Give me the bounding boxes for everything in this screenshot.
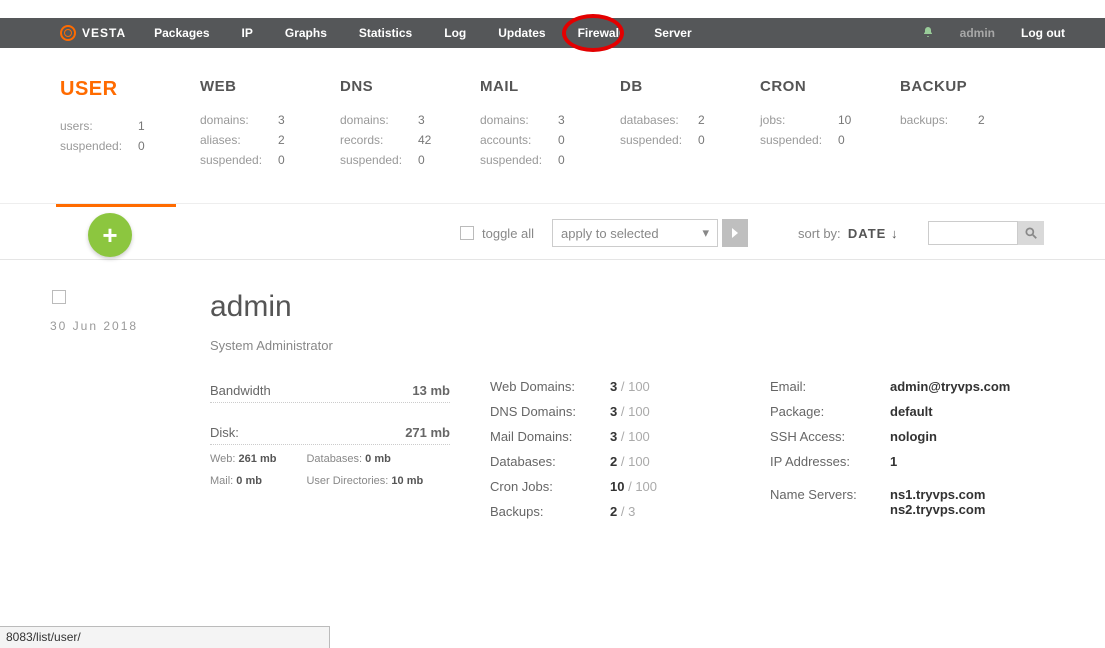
logout-link[interactable]: Log out <box>1021 26 1065 40</box>
user-name[interactable]: admin <box>210 290 1061 324</box>
stat-line: suspended:0 <box>340 153 480 167</box>
notifications-icon[interactable] <box>922 26 934 41</box>
bandwidth-value: 13 mb <box>412 383 450 398</box>
limit-row: Mail Domains:3 / 100 <box>490 429 770 444</box>
stat-line: users:1 <box>60 119 200 133</box>
stat-title: CRON <box>760 78 900 95</box>
stat-title: DB <box>620 78 760 95</box>
top-navbar: VESTA Packages IP Graphs Statistics Log Updat… <box>0 18 1105 48</box>
stat-db[interactable]: DB databases:2 suspended:0 <box>620 78 760 173</box>
browser-status-bar: 8083/list/user/ <box>0 626 330 648</box>
info-row: SSH Access:nologin <box>770 429 1030 444</box>
nav-updates[interactable]: Updates <box>498 26 545 40</box>
info-column: Email:admin@tryvps.com Package:default SSH… <box>770 379 1030 529</box>
nav-firewall[interactable]: Firewall <box>578 26 623 40</box>
category-stats: USERusers:1suspended:0WEBdomains:3aliase… <box>0 48 1105 204</box>
info-row: Package:default <box>770 404 1030 419</box>
row-checkbox[interactable] <box>52 290 66 304</box>
stat-line: suspended:0 <box>200 153 340 167</box>
stat-dns[interactable]: DNS domains:3 records:42 suspended:0 <box>340 78 480 173</box>
stat-line: suspended:0 <box>620 133 760 147</box>
logo-icon <box>60 25 76 41</box>
limit-row: Backups:2 / 3 <box>490 504 770 519</box>
disk-label: Disk: <box>210 425 239 440</box>
nav-statistics[interactable]: Statistics <box>359 26 412 40</box>
nav-graphs[interactable]: Graphs <box>285 26 327 40</box>
disk-value: 271 mb <box>405 425 450 440</box>
row-date: 30 Jun 2018 <box>50 319 180 333</box>
stat-title: USER <box>60 78 200 101</box>
stat-backup[interactable]: BACKUP backups:2 <box>900 78 1040 173</box>
stat-line: domains:3 <box>200 113 340 127</box>
stat-line: domains:3 <box>480 113 620 127</box>
search-input[interactable] <box>928 221 1018 245</box>
stat-line: backups:2 <box>900 113 1040 127</box>
stat-line: suspended:0 <box>60 139 200 153</box>
toggle-all-label: toggle all <box>482 226 534 241</box>
current-user-link[interactable]: admin <box>960 26 995 40</box>
limits-column: Web Domains:3 / 100 DNS Domains:3 / 100 Ma… <box>490 379 770 529</box>
limit-row: Databases:2 / 100 <box>490 454 770 469</box>
stat-line: accounts:0 <box>480 133 620 147</box>
stat-title: MAIL <box>480 78 620 95</box>
bulk-action-go[interactable] <box>722 219 748 247</box>
disk-breakdown: Web: 261 mbMail: 0 mbDatabases: 0 mbUser… <box>210 453 490 487</box>
info-row: IP Addresses:1 <box>770 454 1030 469</box>
stat-line: domains:3 <box>340 113 480 127</box>
brand-logo[interactable]: VESTA <box>60 25 126 41</box>
bulk-action-select[interactable]: apply to selected ▾ <box>552 219 718 247</box>
nav-packages[interactable]: Packages <box>154 26 209 40</box>
nav-items: Packages IP Graphs Statistics Log Updates Fire… <box>154 26 692 40</box>
stat-line: jobs:10 <box>760 113 900 127</box>
stat-line: databases:2 <box>620 113 760 127</box>
nameservers-row: Name Servers:ns1.tryvps.comns2.tryvps.co… <box>770 487 1030 517</box>
stat-line: suspended:0 <box>760 133 900 147</box>
list-toolbar: + toggle all apply to selected ▾ sort by… <box>0 207 1105 260</box>
nav-ip[interactable]: IP <box>242 26 253 40</box>
chevron-down-icon: ▾ <box>703 225 710 241</box>
stat-title: DNS <box>340 78 480 95</box>
stat-web[interactable]: WEB domains:3 aliases:2 suspended:0 <box>200 78 340 173</box>
user-role: System Administrator <box>210 338 1061 353</box>
limit-row: DNS Domains:3 / 100 <box>490 404 770 419</box>
sort-control[interactable]: sort by: DATE ↓ <box>798 226 898 241</box>
bandwidth-label: Bandwidth <box>210 383 271 398</box>
nav-server[interactable]: Server <box>654 26 691 40</box>
info-row: Email:admin@tryvps.com <box>770 379 1030 394</box>
stat-title: BACKUP <box>900 78 1040 95</box>
stat-user[interactable]: USER users:1 suspended:0 <box>60 78 200 173</box>
stat-line: records:42 <box>340 133 480 147</box>
stat-cron[interactable]: CRON jobs:10 suspended:0 <box>760 78 900 173</box>
user-row: 30 Jun 2018 admin System Administrator B… <box>0 260 1105 569</box>
brand-text: VESTA <box>82 26 126 40</box>
nav-log[interactable]: Log <box>444 26 466 40</box>
stat-line: suspended:0 <box>480 153 620 167</box>
usage-column: Bandwidth 13 mb Disk: 271 mb Web: 261 mb… <box>210 379 490 529</box>
stat-title: WEB <box>200 78 340 95</box>
limit-row: Cron Jobs:10 / 100 <box>490 479 770 494</box>
bulk-action-label: apply to selected <box>561 226 659 241</box>
add-button[interactable]: + <box>88 213 132 257</box>
annotation-circle <box>562 14 624 52</box>
stat-line: aliases:2 <box>200 133 340 147</box>
search-box <box>928 221 1044 245</box>
limit-row: Web Domains:3 / 100 <box>490 379 770 394</box>
stat-mail[interactable]: MAIL domains:3 accounts:0 suspended:0 <box>480 78 620 173</box>
toggle-all-checkbox[interactable] <box>460 226 474 240</box>
search-button[interactable] <box>1018 221 1044 245</box>
